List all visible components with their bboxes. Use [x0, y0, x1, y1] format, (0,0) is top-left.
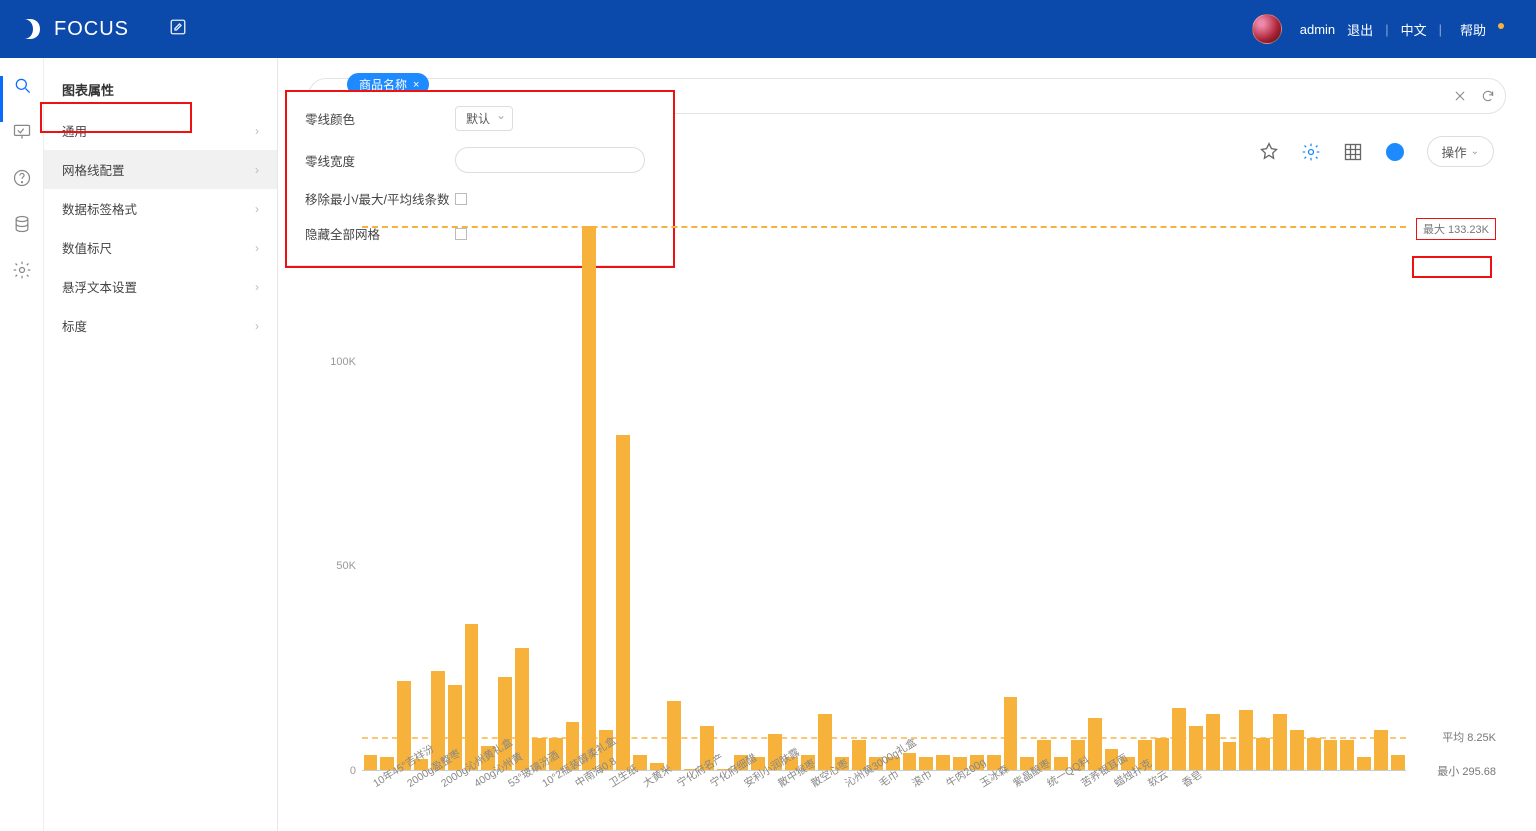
- side-item-5[interactable]: 标度›: [44, 306, 277, 345]
- rail-db-icon[interactable]: [0, 214, 44, 260]
- plot-area: 最大 133.23K平均 8.25K最小 295.68: [362, 198, 1406, 771]
- logout-link[interactable]: 退出: [1347, 20, 1373, 39]
- bar[interactable]: [1189, 726, 1203, 771]
- bar[interactable]: [465, 624, 479, 771]
- refresh-icon[interactable]: [1481, 89, 1495, 103]
- bar[interactable]: [1239, 710, 1253, 771]
- edit-icon[interactable]: [169, 18, 187, 41]
- table-icon[interactable]: [1343, 142, 1363, 162]
- zero-color-select[interactable]: 默认: [455, 106, 513, 131]
- help-link[interactable]: 帮助: [1454, 20, 1510, 39]
- bar[interactable]: [1004, 697, 1018, 771]
- bar[interactable]: [1374, 730, 1388, 771]
- app-header: FOCUS admin 退出 | 中文 | 帮助: [0, 0, 1536, 58]
- bar[interactable]: [1340, 740, 1354, 771]
- side-item-2[interactable]: 数据标签格式›: [44, 189, 277, 228]
- close-icon[interactable]: [1453, 89, 1467, 103]
- stat-label: 平均 8.25K: [1442, 729, 1496, 745]
- zero-width-input[interactable]: [455, 147, 645, 173]
- bar[interactable]: [364, 755, 378, 771]
- lang-link[interactable]: 中文: [1401, 20, 1427, 39]
- pin-icon[interactable]: [1259, 142, 1279, 162]
- ops-button[interactable]: 操作⌄: [1427, 136, 1494, 167]
- user-name[interactable]: admin: [1300, 22, 1335, 37]
- side-item-4[interactable]: 悬浮文本设置›: [44, 267, 277, 306]
- stat-label: 最大 133.23K: [1416, 218, 1496, 240]
- y-tick: 50K: [336, 560, 356, 572]
- avatar[interactable]: [1252, 14, 1282, 44]
- bar[interactable]: [818, 714, 832, 771]
- chart: 050K100K 最大 133.23K平均 8.25K最小 295.68 10年…: [308, 178, 1506, 831]
- nav-rail: [0, 58, 44, 831]
- bar[interactable]: [1290, 730, 1304, 771]
- stat-label: 最小 295.68: [1437, 763, 1496, 779]
- zero-width-label: 零线宽度: [305, 151, 455, 170]
- side-panel: 图表属性 通用›网格线配置›数据标签格式›数值标尺›悬浮文本设置›标度›: [44, 58, 278, 831]
- y-tick: 0: [350, 765, 356, 777]
- x-axis: 10年45°吉祥汾2000g盈整枣2000g沁州黄礼盒400g沁州黄53°玻璃汾…: [362, 773, 1406, 831]
- side-title: 图表属性: [44, 80, 277, 111]
- bar[interactable]: [1307, 738, 1321, 771]
- side-item-0[interactable]: 通用›: [44, 111, 277, 150]
- pie-icon[interactable]: [1385, 142, 1405, 162]
- chart-toolbar: 操作⌄: [1259, 136, 1494, 167]
- bar[interactable]: [1273, 714, 1287, 771]
- rail-search[interactable]: [0, 76, 44, 122]
- zero-color-label: 零线颜色: [305, 109, 455, 128]
- side-item-1[interactable]: 网格线配置›: [44, 150, 277, 189]
- y-tick: 100K: [330, 356, 356, 368]
- main-area: 商品名称 ×利润 × 操作⌄ 零线颜色 默认 零线宽度 移除最小/最大/平均线条…: [278, 58, 1536, 831]
- bar[interactable]: [1357, 757, 1371, 771]
- bar[interactable]: [1223, 742, 1237, 771]
- brand-text: FOCUS: [54, 18, 129, 41]
- gear-icon[interactable]: [1301, 142, 1321, 162]
- logo-icon: [20, 17, 44, 41]
- bar[interactable]: [1324, 740, 1338, 771]
- y-axis: 050K100K: [308, 198, 362, 771]
- highlight-box-max: [1412, 256, 1492, 278]
- rail-present-icon[interactable]: [0, 122, 44, 168]
- bar[interactable]: [582, 226, 596, 771]
- bar[interactable]: [936, 755, 950, 771]
- bar[interactable]: [667, 701, 681, 771]
- side-item-3[interactable]: 数值标尺›: [44, 228, 277, 267]
- bar[interactable]: [1391, 755, 1405, 771]
- bar[interactable]: [1206, 714, 1220, 771]
- bar[interactable]: [616, 435, 630, 771]
- header-right: admin 退出 | 中文 | 帮助: [1252, 14, 1516, 44]
- bar[interactable]: [1256, 738, 1270, 771]
- rail-help-icon[interactable]: [0, 168, 44, 214]
- bar[interactable]: [1172, 708, 1186, 771]
- rail-settings-icon[interactable]: [0, 260, 44, 306]
